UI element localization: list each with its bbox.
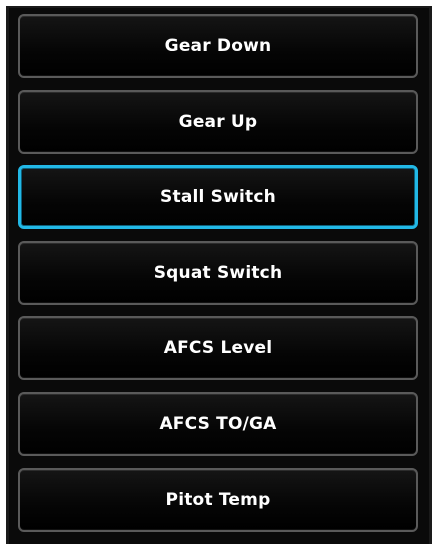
stall-switch-button[interactable]: Stall Switch bbox=[18, 165, 418, 229]
gear-down-button[interactable]: Gear Down bbox=[18, 14, 418, 78]
gear-up-label: Gear Up bbox=[178, 112, 258, 132]
gear-up-button[interactable]: Gear Up bbox=[18, 90, 418, 154]
gear-down-label: Gear Down bbox=[164, 36, 272, 56]
afcs-level-label: AFCS Level bbox=[163, 338, 273, 358]
squat-switch-button[interactable]: Squat Switch bbox=[18, 241, 418, 305]
afcs-toga-button[interactable]: AFCS TO/GA bbox=[18, 392, 418, 456]
squat-switch-label: Squat Switch bbox=[153, 263, 283, 283]
pitot-temp-label: Pitot Temp bbox=[165, 490, 271, 510]
afcs-toga-label: AFCS TO/GA bbox=[159, 414, 277, 434]
switch-selection-panel: Gear Down Gear Up Stall Switch Squat Swi… bbox=[6, 6, 432, 544]
pitot-temp-button[interactable]: Pitot Temp bbox=[18, 468, 418, 532]
stall-switch-label: Stall Switch bbox=[160, 187, 276, 207]
afcs-level-button[interactable]: AFCS Level bbox=[18, 316, 418, 380]
